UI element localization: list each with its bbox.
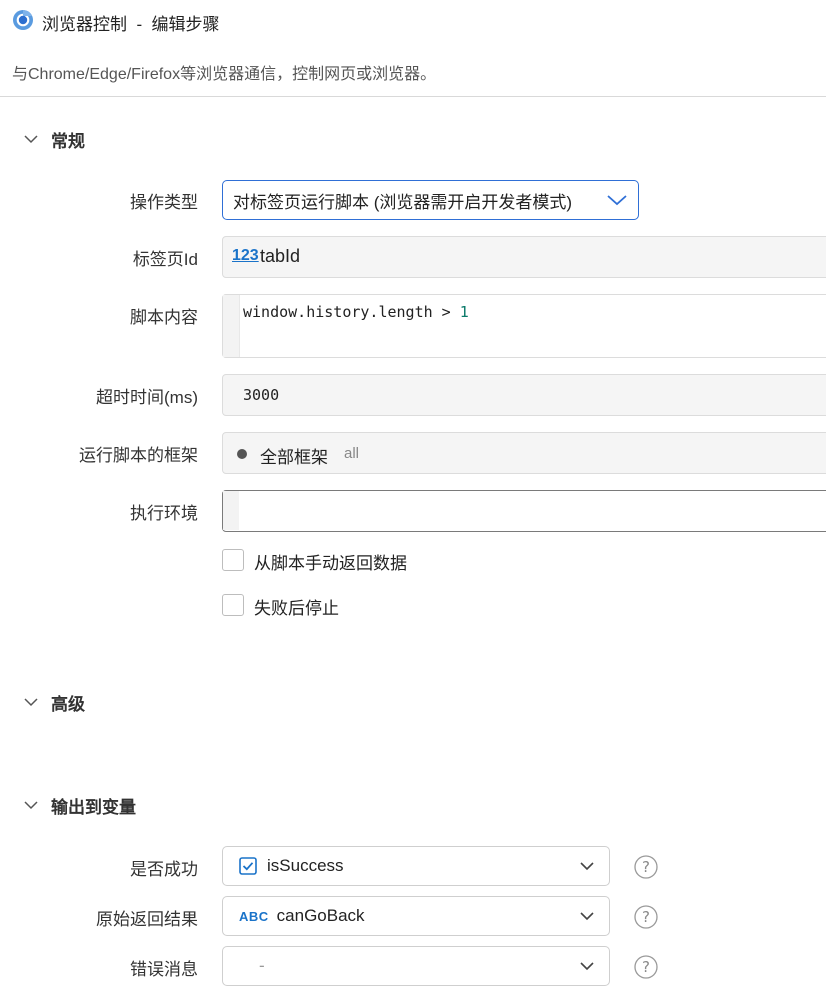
error-message-select[interactable]: - bbox=[222, 946, 610, 986]
operation-type-value: 对标签页运行脚本 (浏览器需开启开发者模式) bbox=[233, 192, 573, 212]
chevron-down-icon bbox=[580, 862, 594, 871]
help-icon[interactable]: ? bbox=[634, 855, 658, 879]
frame-dot-icon bbox=[237, 449, 247, 459]
timeout-input[interactable]: 3000 bbox=[222, 374, 826, 416]
manual-return-checkbox[interactable] bbox=[222, 549, 244, 571]
chevron-down-icon bbox=[24, 698, 38, 707]
script-code-number: 1 bbox=[459, 303, 469, 321]
frame-label: 运行脚本的框架 bbox=[79, 446, 198, 465]
svg-text:?: ? bbox=[642, 958, 650, 976]
timeout-value: 3000 bbox=[243, 386, 280, 404]
raw-result-label: 原始返回结果 bbox=[96, 910, 198, 929]
environment-label: 执行环境 bbox=[130, 504, 198, 523]
operation-type-label: 操作类型 bbox=[130, 193, 198, 212]
script-content-label: 脚本内容 bbox=[130, 308, 198, 327]
svg-text:?: ? bbox=[642, 858, 650, 876]
raw-result-select[interactable]: ABC canGoBack bbox=[222, 896, 610, 936]
environment-editor[interactable] bbox=[222, 490, 826, 532]
chevron-down-icon bbox=[607, 195, 627, 206]
number-variable-icon: 123 bbox=[232, 247, 259, 264]
browser-app-icon bbox=[13, 10, 33, 30]
step-description: 与Chrome/Edge/Firefox等浏览器通信，控制网页或浏览器。 bbox=[12, 66, 437, 83]
error-message-label: 错误消息 bbox=[130, 960, 198, 979]
section-general-header[interactable]: 常规 bbox=[22, 126, 85, 152]
manual-return-label[interactable]: 从脚本手动返回数据 bbox=[254, 549, 407, 574]
chevron-down-icon bbox=[580, 962, 594, 971]
string-variable-icon: ABC bbox=[239, 908, 269, 924]
raw-result-value: canGoBack bbox=[276, 906, 365, 925]
timeout-label: 超时时间(ms) bbox=[96, 388, 198, 407]
error-message-value: - bbox=[259, 956, 265, 975]
operation-type-select[interactable]: 对标签页运行脚本 (浏览器需开启开发者模式) bbox=[222, 180, 639, 220]
tab-id-field[interactable]: 123 tabId bbox=[222, 236, 826, 278]
frame-hint: all bbox=[344, 445, 360, 462]
is-success-select[interactable]: isSuccess bbox=[222, 846, 610, 886]
window-title: 浏览器控制 - 编辑步骤 bbox=[42, 15, 220, 34]
script-code: window.history.length > 1 bbox=[243, 303, 469, 321]
stop-on-fail-checkbox[interactable] bbox=[222, 594, 244, 616]
section-output-title: 输出到变量 bbox=[51, 797, 136, 817]
chevron-down-icon bbox=[24, 801, 38, 810]
boolean-check-icon bbox=[239, 857, 257, 875]
svg-text:?: ? bbox=[642, 908, 650, 926]
help-icon[interactable]: ? bbox=[634, 955, 658, 979]
chevron-down-icon bbox=[580, 912, 594, 921]
tab-id-value: tabId bbox=[260, 246, 301, 266]
section-output-header[interactable]: 输出到变量 bbox=[22, 792, 136, 818]
help-icon[interactable]: ? bbox=[634, 905, 658, 929]
is-success-value: isSuccess bbox=[267, 856, 344, 875]
editor-gutter bbox=[223, 295, 240, 357]
frame-value: 全部框架 bbox=[260, 448, 328, 467]
section-advanced-header[interactable]: 高级 bbox=[22, 689, 85, 715]
section-advanced-title: 高级 bbox=[51, 694, 85, 714]
chevron-down-icon bbox=[24, 135, 38, 144]
script-content-editor[interactable]: window.history.length > 1 bbox=[222, 294, 826, 358]
script-code-text: window.history.length > bbox=[243, 303, 460, 321]
header-divider bbox=[0, 96, 826, 97]
stop-on-fail-label[interactable]: 失败后停止 bbox=[254, 594, 339, 619]
frame-select[interactable]: 全部框架 all bbox=[222, 432, 826, 474]
tab-id-label: 标签页Id bbox=[132, 250, 198, 269]
is-success-label: 是否成功 bbox=[130, 860, 198, 879]
section-general-title: 常规 bbox=[51, 131, 85, 151]
title-bar: 浏览器控制 - 编辑步骤 bbox=[0, 0, 826, 40]
editor-gutter bbox=[223, 491, 239, 530]
